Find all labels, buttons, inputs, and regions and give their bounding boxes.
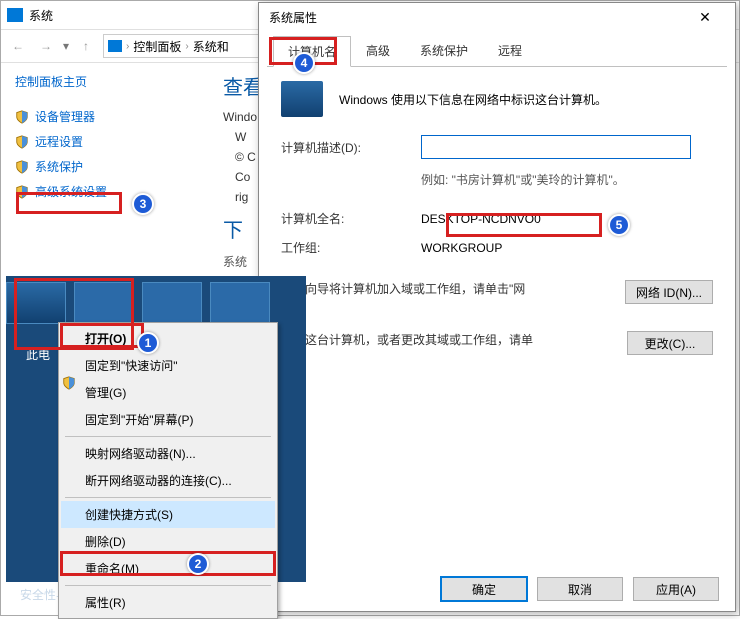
context-menu: 打开(O) 固定到"快速访问" 管理(G) 固定到"开始"屏幕(P) 映射网络驱… <box>58 322 278 619</box>
change-button[interactable]: 更改(C)... <box>627 331 713 355</box>
back-button[interactable]: ← <box>7 35 29 57</box>
chevron-icon: › <box>126 41 129 52</box>
row-workgroup: 工作组: WORKGROUP <box>281 239 713 256</box>
label: 系统保护 <box>35 158 83 175</box>
monitor-icon <box>281 81 323 117</box>
sidebar-device-manager[interactable]: 设备管理器 <box>15 104 197 129</box>
up-button[interactable]: ↑ <box>75 35 97 57</box>
label: 高级系统设置 <box>35 183 107 200</box>
ctx-pin-start[interactable]: 固定到"开始"屏幕(P) <box>61 406 275 433</box>
ctx-rename[interactable]: 重命名(M) <box>61 555 275 582</box>
chevron-icon: › <box>185 41 188 52</box>
dialog-titlebar: 系统属性 ✕ <box>259 3 735 31</box>
row-fullname: 计算机全名: DESKTOP-NCDNVO0 <box>281 210 713 227</box>
crumb-system[interactable]: 系统和 <box>193 38 229 55</box>
shield-icon <box>62 376 76 390</box>
dialog-body: Windows 使用以下信息在网络中标识这台计算机。 计算机描述(D): 例如:… <box>259 67 735 391</box>
thumb-window[interactable] <box>74 282 134 324</box>
thumb-this-pc[interactable] <box>6 282 66 324</box>
ctx-disconnect-drive[interactable]: 断开网络驱动器的连接(C)... <box>61 467 275 494</box>
sidebar-advanced-settings[interactable]: 高级系统设置 <box>15 179 197 204</box>
callout-2: 2 <box>187 553 209 575</box>
thumb-window[interactable] <box>142 282 202 324</box>
this-pc-label: 此电 <box>26 346 50 363</box>
window-title: 系统 <box>29 7 53 24</box>
crumb-control-panel[interactable]: 控制面板 <box>133 38 181 55</box>
thumb-row <box>6 282 270 324</box>
row-rename: 命名这台计算机，或者更改其域或工作组，请单击" 更改(C)... <box>281 331 713 365</box>
wizard-text: 使用向导将计算机加入域或工作组，请单击"网 <box>281 280 525 297</box>
computer-description-input[interactable] <box>421 135 691 159</box>
system-icon <box>7 8 23 22</box>
shield-icon <box>15 110 29 124</box>
separator <box>65 436 271 437</box>
tab-system-protection[interactable]: 系统保护 <box>405 35 483 66</box>
dialog-title: 系统属性 <box>269 9 317 26</box>
fullname-label: 计算机全名: <box>281 210 421 227</box>
tab-remote[interactable]: 远程 <box>483 35 537 66</box>
ctx-properties[interactable]: 属性(R) <box>61 589 275 616</box>
tabs: 计算机名 高级 系统保护 远程 <box>267 35 727 67</box>
ctx-manage[interactable]: 管理(G) <box>61 379 275 406</box>
apply-button[interactable]: 应用(A) <box>633 577 719 601</box>
cp-home-link[interactable]: 控制面板主页 <box>15 73 197 90</box>
row-description: 计算机描述(D): <box>281 135 713 159</box>
hero-row: Windows 使用以下信息在网络中标识这台计算机。 <box>281 81 713 117</box>
label: 远程设置 <box>35 133 83 150</box>
system-properties-dialog: 系统属性 ✕ 计算机名 高级 系统保护 远程 Windows 使用以下信息在网络… <box>258 2 736 612</box>
nav-sep: ▾ <box>63 39 69 53</box>
ctx-delete[interactable]: 删除(D) <box>61 528 275 555</box>
rename-text: 命名这台计算机，或者更改其域或工作组，请单击" <box>281 331 541 365</box>
close-button[interactable]: ✕ <box>685 6 725 28</box>
callout-1: 1 <box>137 332 159 354</box>
forward-button[interactable]: → <box>35 35 57 57</box>
cancel-button[interactable]: 取消 <box>537 577 623 601</box>
row-wizard: 使用向导将计算机加入域或工作组，请单击"网 网络 ID(N)... <box>281 280 713 297</box>
separator <box>65 585 271 586</box>
desc-label: 计算机描述(D): <box>281 139 421 156</box>
ok-button[interactable]: 确定 <box>441 577 527 601</box>
shield-icon <box>15 135 29 149</box>
callout-3: 3 <box>132 193 154 215</box>
ctx-create-shortcut[interactable]: 创建快捷方式(S) <box>61 501 275 528</box>
thumb-window[interactable] <box>210 282 270 324</box>
ctx-map-drive[interactable]: 映射网络驱动器(N)... <box>61 440 275 467</box>
separator <box>65 497 271 498</box>
ctx-pin-quick[interactable]: 固定到"快速访问" <box>61 352 275 379</box>
desc-hint: 例如: "书房计算机"或"美玲的计算机"。 <box>421 171 713 188</box>
shield-icon <box>15 185 29 199</box>
hero-text: Windows 使用以下信息在网络中标识这台计算机。 <box>339 91 607 108</box>
network-id-button[interactable]: 网络 ID(N)... <box>625 280 713 304</box>
fullname-value: DESKTOP-NCDNVO0 <box>421 212 713 226</box>
workgroup-value: WORKGROUP <box>421 241 713 255</box>
label: 设备管理器 <box>35 108 95 125</box>
callout-4: 4 <box>293 52 315 74</box>
dialog-buttons: 确定 取消 应用(A) <box>441 577 719 601</box>
pc-icon <box>108 40 122 52</box>
sidebar-remote-settings[interactable]: 远程设置 <box>15 129 197 154</box>
workgroup-label: 工作组: <box>281 239 421 256</box>
tab-advanced[interactable]: 高级 <box>351 35 405 66</box>
callout-5: 5 <box>608 214 630 236</box>
sidebar-system-protection[interactable]: 系统保护 <box>15 154 197 179</box>
shield-icon <box>15 160 29 174</box>
ctx-open[interactable]: 打开(O) <box>61 325 275 352</box>
